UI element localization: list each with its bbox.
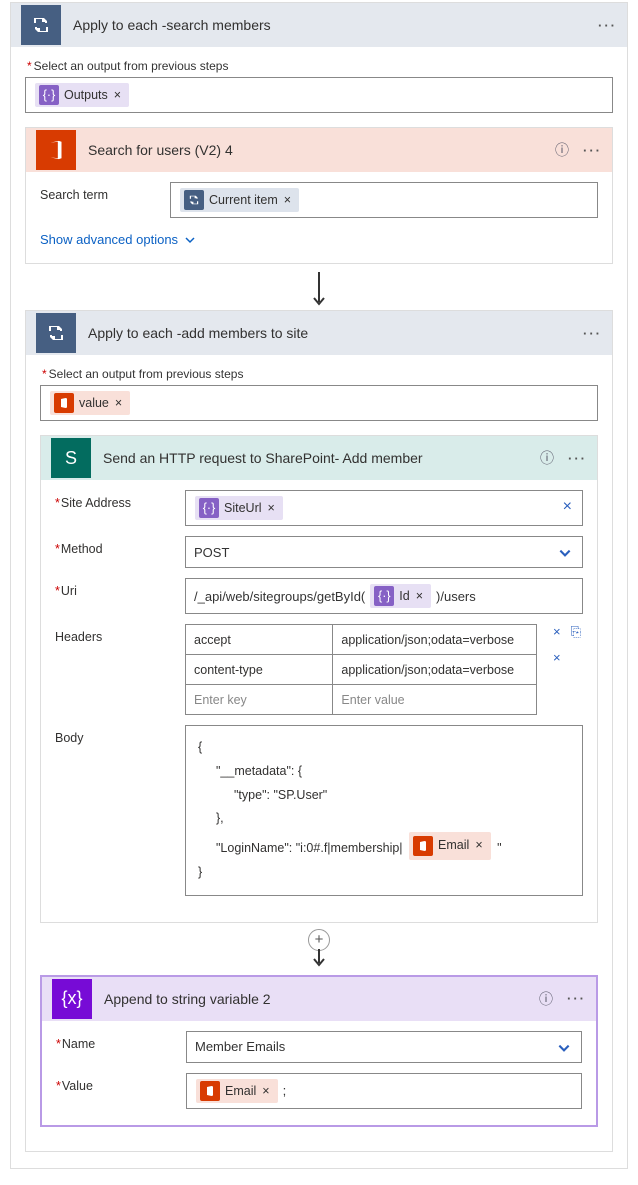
method-select[interactable]: POST (185, 536, 583, 568)
email-token-label: Email (225, 1084, 256, 1098)
foreach2-select-label: Select an output from previous steps (42, 367, 598, 381)
switch-to-text-mode-icon[interactable]: ⎘ (571, 624, 581, 640)
chevron-down-icon[interactable] (557, 1041, 571, 1055)
flow-arrow-icon (40, 949, 598, 967)
expression-icon: {·} (374, 586, 394, 606)
header-value[interactable]: application/json;odata=verbose (333, 625, 537, 655)
sp-http-title: Send an HTTP request to SharePoint- Add … (103, 450, 540, 466)
add-action-button[interactable]: + (308, 929, 330, 951)
variable-icon: {x} (52, 979, 92, 1019)
header-value-placeholder[interactable]: Enter value (333, 685, 537, 715)
body-text: "type": "SP.User" (198, 784, 570, 808)
header-row: accept application/json;odata=verbose (186, 625, 537, 655)
email-token-remove[interactable]: × (262, 1084, 269, 1098)
apply-to-each-1-title: Apply to each -search members (73, 17, 598, 33)
foreach1-select-label: Select an output from previous steps (27, 59, 613, 73)
method-label: Method (55, 536, 185, 568)
body-label: Body (55, 725, 185, 896)
expression-icon: {·} (199, 498, 219, 518)
siteurl-token-label: SiteUrl (224, 501, 262, 515)
outputs-token-remove[interactable]: × (114, 88, 121, 102)
clear-site-address-icon[interactable]: × (563, 498, 572, 516)
var-value-input[interactable]: Email × ; (186, 1073, 582, 1109)
chevron-down-icon (184, 234, 196, 246)
var-value-label: Value (56, 1073, 186, 1109)
id-token-remove[interactable]: × (416, 589, 423, 603)
outputs-token[interactable]: {·} Outputs × (35, 83, 129, 107)
current-item-token-remove[interactable]: × (284, 193, 291, 207)
header-row: content-type application/json;odata=verb… (186, 655, 537, 685)
apply-to-each-2-title: Apply to each -add members to site (88, 325, 583, 341)
var-name-select[interactable]: Member Emails (186, 1031, 582, 1063)
apply-to-each-1-menu[interactable]: ··· (598, 18, 617, 33)
body-text: { (198, 736, 570, 760)
value-token-remove[interactable]: × (115, 396, 122, 410)
headers-label: Headers (55, 624, 185, 715)
value-suffix-text: ; (281, 1081, 289, 1100)
delete-header-icon[interactable]: × (553, 650, 561, 665)
body-input[interactable]: { "__metadata": { "type": "SP.User" }, "… (185, 725, 583, 896)
apply-to-each-icon (21, 5, 61, 45)
sp-http-menu[interactable]: ··· (568, 451, 587, 466)
office365-icon (200, 1081, 220, 1101)
body-text: "LoginName": "i:0#.f|membership| (216, 841, 403, 855)
append-var-menu[interactable]: ··· (567, 991, 586, 1006)
body-text: } (198, 861, 570, 885)
expression-icon: {·} (39, 85, 59, 105)
current-item-token-label: Current item (209, 193, 278, 207)
header-key[interactable]: content-type (186, 655, 333, 685)
search-users-menu[interactable]: ··· (583, 143, 602, 158)
body-text: "__metadata": { (198, 760, 570, 784)
email-token[interactable]: Email × (196, 1079, 278, 1103)
value-token-label: value (79, 396, 109, 410)
email-token-label: Email (438, 834, 469, 858)
show-advanced-label: Show advanced options (40, 232, 178, 247)
siteurl-token[interactable]: {·} SiteUrl × (195, 496, 283, 520)
sp-http-help-icon[interactable]: ⓘ (540, 448, 554, 468)
headers-table[interactable]: accept application/json;odata=verbose co… (185, 624, 537, 715)
search-term-label: Search term (40, 182, 170, 218)
chevron-down-icon[interactable] (558, 546, 572, 560)
apply-to-each-2-menu[interactable]: ··· (583, 326, 602, 341)
email-token-remove[interactable]: × (475, 834, 482, 858)
loop-item-icon (184, 190, 204, 210)
show-advanced-options-link[interactable]: Show advanced options (40, 232, 196, 247)
email-token[interactable]: Email × (409, 832, 491, 860)
body-text: }, (198, 807, 570, 831)
search-term-input[interactable]: Current item × (170, 182, 598, 218)
uri-input[interactable]: /_api/web/sitegroups/getById( {·} Id × )… (185, 578, 583, 614)
current-item-token[interactable]: Current item × (180, 188, 299, 212)
id-token[interactable]: {·} Id × (370, 584, 431, 608)
siteurl-token-remove[interactable]: × (268, 501, 275, 515)
header-value[interactable]: application/json;odata=verbose (333, 655, 537, 685)
apply-to-each-icon (36, 313, 76, 353)
foreach1-output-input[interactable]: {·} Outputs × (25, 77, 613, 113)
var-name-value: Member Emails (193, 1037, 287, 1056)
body-text: " (497, 841, 501, 855)
uri-suffix-text: )/users (434, 587, 478, 606)
append-var-help-icon[interactable]: ⓘ (539, 989, 553, 1009)
id-token-label: Id (399, 589, 409, 603)
method-value: POST (192, 543, 231, 562)
office365-icon (54, 393, 74, 413)
site-address-label: Site Address (55, 490, 185, 526)
header-key[interactable]: accept (186, 625, 333, 655)
office365-icon (36, 130, 76, 170)
var-name-label: Name (56, 1031, 186, 1063)
search-users-help-icon[interactable]: ⓘ (555, 140, 569, 160)
uri-prefix-text: /_api/web/sitegroups/getById( (192, 587, 367, 606)
header-key-placeholder[interactable]: Enter key (186, 685, 333, 715)
uri-label: Uri (55, 578, 185, 614)
header-row-empty: Enter key Enter value (186, 685, 537, 715)
office365-icon (413, 836, 433, 856)
value-token[interactable]: value × (50, 391, 130, 415)
search-users-title: Search for users (V2) 4 (88, 142, 555, 158)
site-address-input[interactable]: {·} SiteUrl × × (185, 490, 583, 526)
append-var-title: Append to string variable 2 (104, 991, 539, 1007)
foreach2-output-input[interactable]: value × (40, 385, 598, 421)
outputs-token-label: Outputs (64, 88, 108, 102)
delete-header-icon[interactable]: × (553, 624, 561, 640)
sharepoint-icon: S (51, 438, 91, 478)
flow-arrow-icon (25, 272, 613, 306)
